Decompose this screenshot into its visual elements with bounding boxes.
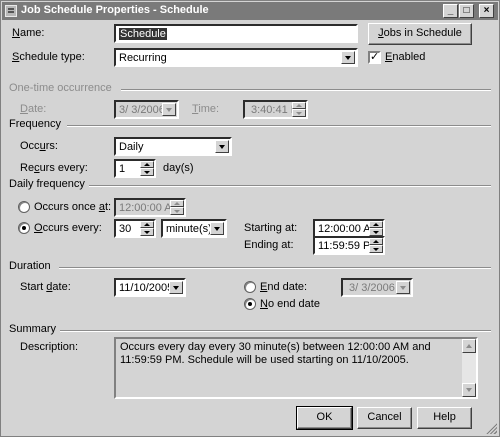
- frequency-title: Frequency: [9, 118, 65, 130]
- check-icon: ✓: [370, 51, 380, 63]
- spin-down-icon[interactable]: [140, 168, 154, 176]
- spin-up-icon[interactable]: [369, 238, 383, 245]
- description-scrollbar[interactable]: [462, 339, 476, 397]
- ending-spinner[interactable]: [369, 238, 383, 253]
- duration-title: Duration: [9, 260, 55, 272]
- recurs-every-value: 1: [119, 163, 126, 175]
- spin-down-icon[interactable]: [369, 228, 383, 236]
- one-time-time-input[interactable]: 3:40:41 PM: [243, 100, 308, 119]
- occurs-every-radio[interactable]: [18, 222, 30, 234]
- recurs-spinner[interactable]: [140, 161, 154, 176]
- close-button[interactable]: ×: [479, 4, 494, 18]
- spin-up-icon[interactable]: [140, 221, 154, 228]
- chevron-down-icon[interactable]: [210, 222, 224, 235]
- section-divider: [67, 125, 491, 127]
- spin-down-icon[interactable]: [369, 245, 383, 253]
- time-spinner[interactable]: [292, 102, 306, 117]
- one-time-date-input[interactable]: 3/ 3/2006: [114, 100, 179, 119]
- occurs-every-unit-value: minute(s): [166, 223, 212, 235]
- enabled-checkbox[interactable]: ✓: [368, 51, 381, 64]
- recurs-every-input[interactable]: 1: [114, 159, 156, 178]
- occurs-every-input[interactable]: 30: [114, 219, 156, 238]
- scroll-up-icon[interactable]: [462, 339, 476, 353]
- start-date-input[interactable]: 11/10/2005: [114, 278, 186, 297]
- description-label: Description:: [20, 341, 79, 353]
- start-date-value: 11/10/2005: [119, 282, 174, 294]
- enabled-label: Enabled: [385, 51, 426, 63]
- occurs-select[interactable]: Daily: [114, 137, 232, 156]
- recurs-unit-label: day(s): [163, 162, 194, 174]
- occurs-every-unit-select[interactable]: minute(s): [161, 219, 227, 238]
- description-text: Occurs every day every 30 minute(s) betw…: [120, 341, 431, 366]
- start-date-label: Start date:: [20, 281, 71, 293]
- title-bar[interactable]: Job Schedule Properties - Schedule _ □ ×: [2, 2, 498, 20]
- spin-down-icon[interactable]: [140, 228, 154, 236]
- chevron-down-icon[interactable]: [396, 281, 410, 294]
- jobs-in-schedule-button[interactable]: Jobs in Schedule: [368, 23, 472, 45]
- once-spinner[interactable]: [170, 200, 184, 215]
- end-date-value: 3/ 3/2006: [349, 282, 395, 294]
- occurs-once-label: Occurs once at:: [34, 201, 112, 213]
- section-divider: [59, 330, 491, 332]
- chevron-down-icon[interactable]: [341, 51, 355, 64]
- window-title: Job Schedule Properties - Schedule: [21, 4, 209, 16]
- starting-spinner[interactable]: [369, 221, 383, 236]
- occurs-once-radio[interactable]: [18, 201, 30, 213]
- schedule-type-select[interactable]: Recurring: [114, 48, 358, 67]
- chevron-down-icon[interactable]: [215, 140, 229, 153]
- occurs-once-time-input[interactable]: 12:00:00 AM: [114, 198, 186, 217]
- ending-at-input[interactable]: 11:59:59 PM: [313, 236, 385, 255]
- no-end-date-radio[interactable]: [244, 298, 256, 310]
- section-divider: [59, 267, 491, 269]
- starting-at-label: Starting at:: [244, 222, 298, 234]
- summary-title: Summary: [9, 323, 61, 335]
- maximize-button[interactable]: □: [459, 4, 474, 18]
- spin-up-icon[interactable]: [140, 161, 154, 168]
- no-end-date-label: No end date: [260, 298, 320, 310]
- ok-button[interactable]: OK: [296, 406, 353, 430]
- chevron-down-icon[interactable]: [162, 103, 176, 116]
- recurs-every-label: Recurs every:: [20, 162, 88, 174]
- resize-grip-icon[interactable]: [485, 422, 497, 434]
- end-date-input[interactable]: 3/ 3/2006: [341, 278, 413, 297]
- minimize-button[interactable]: _: [443, 4, 458, 18]
- section-divider: [121, 89, 491, 91]
- name-label: Name:: [12, 27, 45, 39]
- date-label: Date:: [20, 103, 47, 115]
- occurs-value: Daily: [119, 141, 144, 153]
- dialog-window: Job Schedule Properties - Schedule _ □ ×…: [0, 0, 500, 437]
- schedule-type-value: Recurring: [119, 52, 167, 64]
- occurs-every-value: 30: [119, 223, 132, 235]
- chevron-down-icon[interactable]: [169, 281, 183, 294]
- occurs-label: Occurs:: [20, 140, 58, 152]
- window-icon: [5, 5, 17, 17]
- daily-frequency-title: Daily frequency: [9, 178, 89, 190]
- spin-down-icon[interactable]: [292, 109, 306, 117]
- cancel-button[interactable]: Cancel: [357, 407, 412, 429]
- one-time-date-value: 3/ 3/2006: [119, 104, 165, 116]
- description-textarea[interactable]: Occurs every day every 30 minute(s) betw…: [114, 337, 478, 399]
- name-input[interactable]: Schedule: [114, 24, 358, 43]
- spin-up-icon[interactable]: [170, 200, 184, 207]
- ending-at-label: Ending at:: [244, 239, 294, 251]
- name-value: Schedule: [119, 28, 167, 40]
- section-divider: [89, 185, 491, 187]
- help-button[interactable]: Help: [417, 407, 472, 429]
- every-spinner[interactable]: [140, 221, 154, 236]
- spin-up-icon[interactable]: [292, 102, 306, 109]
- schedule-type-label: Schedule type:: [12, 51, 85, 63]
- scroll-down-icon[interactable]: [462, 383, 476, 397]
- end-date-radio[interactable]: [244, 281, 256, 293]
- occurs-every-label: Occurs every:: [34, 222, 102, 234]
- one-time-occurrence-title: One-time occurrence: [9, 82, 116, 94]
- end-date-label: End date:: [260, 281, 308, 293]
- spin-up-icon[interactable]: [369, 221, 383, 228]
- spin-down-icon[interactable]: [170, 207, 184, 215]
- time-label: Time:: [192, 103, 220, 115]
